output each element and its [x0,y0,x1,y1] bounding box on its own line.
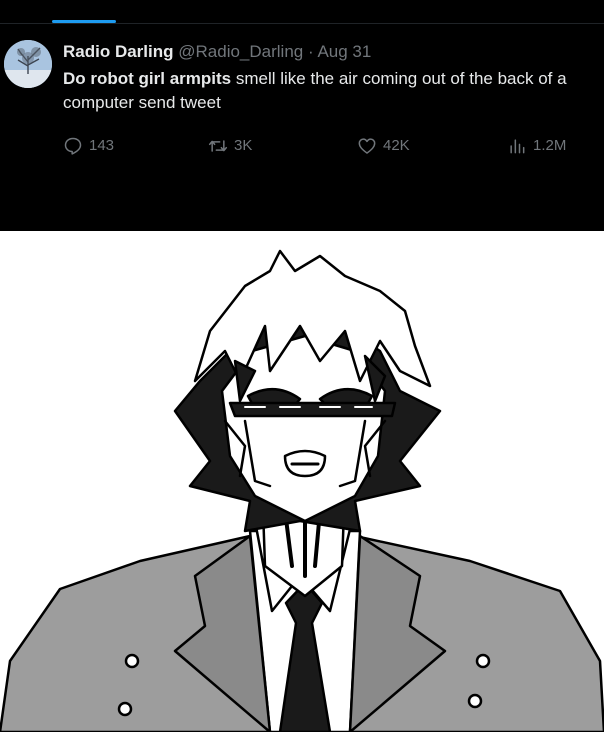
separator-dot: · [307,42,314,61]
tweet-date[interactable]: Aug 31 [317,42,371,61]
speech-bubble-icon [64,137,82,155]
bar-chart-icon [510,139,525,154]
like-count: 42K [383,137,410,154]
reply-button[interactable]: 143 [63,135,114,157]
like-button[interactable]: 42K [357,135,410,157]
attached-image[interactable] [0,231,604,732]
tweet-text: Do robot girl armpits smell like the air… [63,67,604,115]
heart-icon [358,138,376,154]
retweet-button[interactable]: 3K [208,135,252,157]
avatar[interactable] [4,40,52,88]
tweet-text-rest: smell like the air coming out of the bac… [231,69,567,88]
reply-count: 143 [89,137,115,154]
tweet-text-line2: computer send tweet [63,93,221,112]
active-tab-indicator [52,20,116,23]
retweet-count: 3K [234,137,253,154]
views-button[interactable]: 1.2M [507,135,566,157]
tab-strip [0,0,604,24]
display-name[interactable]: Radio Darling [63,42,174,61]
retweet-arrows-icon [208,140,228,152]
view-count: 1.2M [533,137,567,154]
tweet-card: Radio Darling @Radio_Darling · Aug 31 Do… [0,0,604,231]
tweet-text-bold: Do robot girl armpits [63,69,232,88]
tweet-header: Radio Darling @Radio_Darling · Aug 31 [63,41,371,63]
user-handle[interactable]: @Radio_Darling [178,42,303,61]
anime-character-illustration [0,249,604,732]
